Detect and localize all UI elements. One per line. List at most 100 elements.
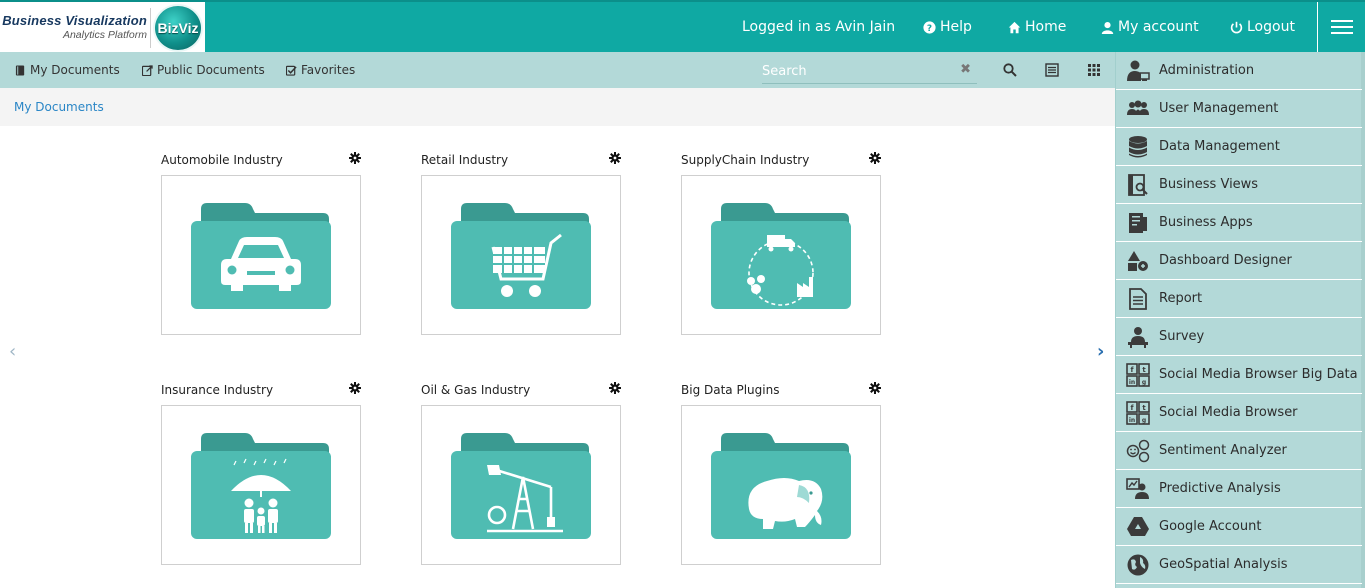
tab-favorites[interactable]: Favorites: [286, 52, 355, 88]
home-link[interactable]: Home: [1008, 2, 1066, 52]
logged-in-text: Logged in as Avin Jain: [742, 19, 896, 35]
svg-text:in: in: [1129, 379, 1135, 386]
logo-divider: [150, 8, 151, 48]
folder-title: Oil & Gas Industry: [421, 383, 531, 397]
logged-in-user: Logged in as Avin Jain: [742, 2, 895, 52]
svg-text:in: in: [1129, 417, 1135, 424]
help-label: Help: [940, 19, 972, 35]
menu-item-geospatial-analysis[interactable]: GeoSpatial Analysis: [1116, 546, 1362, 584]
folder-card-retail[interactable]: [421, 175, 621, 335]
menu-item-label: Social Media Browser: [1159, 405, 1298, 420]
svg-text:f: f: [1130, 366, 1134, 374]
search-box: ✖: [762, 60, 977, 84]
logout-link[interactable]: Logout: [1230, 2, 1295, 52]
menu-item-sentiment-analyzer[interactable]: Sentiment Analyzer: [1116, 432, 1362, 470]
folder-title: Automobile Industry: [161, 153, 283, 167]
business-view-icon: [1128, 173, 1148, 196]
menu-item-social-media-browser[interactable]: f t in g Social Media Browser: [1116, 394, 1362, 432]
main-menu-dropdown: Administration User Management Data Mana…: [1115, 52, 1365, 588]
google-drive-icon: [1127, 516, 1149, 536]
menu-item-survey[interactable]: Survey: [1116, 318, 1362, 356]
clear-search-icon[interactable]: ✖: [960, 62, 971, 77]
globe-icon: [1127, 554, 1149, 575]
menu-item-report[interactable]: Report: [1116, 280, 1362, 318]
folder-title: SupplyChain Industry: [681, 153, 810, 167]
menu-item-label: Report: [1159, 291, 1203, 306]
menu-item-google-account[interactable]: Google Account: [1116, 508, 1362, 546]
share-document-icon: [142, 64, 153, 76]
menu-item-label: Administration: [1159, 63, 1255, 78]
gear-icon[interactable]: [349, 149, 361, 164]
brand-badge-text: BizViz: [157, 20, 199, 36]
menu-item-administration[interactable]: Administration: [1116, 52, 1362, 90]
logout-label: Logout: [1247, 19, 1295, 35]
next-page-icon[interactable]: ›: [1097, 341, 1104, 362]
business-apps-icon: [1129, 212, 1147, 233]
user-icon: [1101, 21, 1114, 34]
svg-text:g: g: [1142, 417, 1146, 424]
checkbox-icon: [286, 65, 297, 76]
menu-item-label: Predictive Analysis: [1159, 481, 1281, 496]
menu-item-predictive-analysis[interactable]: Predictive Analysis: [1116, 470, 1362, 508]
menu-item-business-views[interactable]: Business Views: [1116, 166, 1362, 204]
users-icon: [1127, 100, 1149, 115]
predictive-icon: [1126, 477, 1149, 499]
my-account-link[interactable]: My account: [1101, 2, 1199, 52]
tab-my-documents[interactable]: My Documents: [15, 52, 120, 88]
menu-item-label: Google Account: [1159, 519, 1262, 534]
folder-title: Big Data Plugins: [681, 383, 780, 397]
folder-card-insurance[interactable]: [161, 405, 361, 565]
previous-page-icon[interactable]: ‹: [9, 341, 16, 362]
svg-text:t: t: [1142, 404, 1146, 412]
svg-text:t: t: [1142, 366, 1146, 374]
folder-card-supplychain[interactable]: [681, 175, 881, 335]
gear-icon[interactable]: [609, 149, 621, 164]
survey-icon: [1128, 326, 1148, 348]
hamburger-menu-button[interactable]: [1317, 2, 1365, 52]
menu-item-dashboard-designer[interactable]: Dashboard Designer: [1116, 242, 1362, 280]
social-grid-icon: f tin g: [1126, 362, 1150, 387]
my-account-label: My account: [1118, 19, 1199, 35]
umbrella-family-icon: [191, 433, 331, 539]
menu-item-label: User Management: [1159, 101, 1279, 116]
brand-text: Business Visualization Analytics Platfor…: [2, 13, 147, 41]
social-grid-icon: f tin g: [1126, 400, 1150, 425]
menu-item-business-apps[interactable]: Business Apps: [1116, 204, 1362, 242]
brand-logo[interactable]: Business Visualization Analytics Platfor…: [0, 2, 205, 54]
menu-item-data-management[interactable]: Data Management: [1116, 128, 1362, 166]
breadcrumb: My Documents: [0, 88, 1120, 126]
help-link[interactable]: ? Help: [923, 2, 972, 52]
svg-text:?: ?: [927, 23, 932, 33]
search-icon[interactable]: [1003, 62, 1017, 77]
supply-chain-icon: [711, 203, 851, 309]
home-label: Home: [1025, 19, 1067, 35]
folder-title: Insurance Industry: [161, 383, 274, 397]
brand-subtitle: Analytics Platform: [62, 29, 147, 41]
menu-item-social-media-browser-big-data[interactable]: f t in g Social Media Browser Big Data: [1116, 356, 1362, 394]
folder-card-oil-gas[interactable]: [421, 405, 621, 565]
database-icon: [1129, 135, 1147, 157]
folder-title: Retail Industry: [421, 153, 509, 167]
gear-icon[interactable]: [609, 379, 621, 394]
grid-view-icon[interactable]: [1087, 62, 1101, 76]
list-view-icon[interactable]: [1045, 62, 1059, 77]
menu-item-user-management[interactable]: User Management: [1116, 90, 1362, 128]
hamburger-icon-bar: [1330, 26, 1353, 28]
tab-my-documents-label: My Documents: [30, 63, 120, 77]
folder-card-automobile[interactable]: [161, 175, 361, 335]
gear-icon[interactable]: [869, 149, 881, 164]
help-icon: ?: [923, 20, 936, 33]
home-icon: [1008, 21, 1021, 33]
tab-public-documents[interactable]: Public Documents: [142, 52, 265, 88]
breadcrumb-my-documents[interactable]: My Documents: [14, 100, 104, 114]
gear-icon[interactable]: [869, 379, 881, 394]
search-input[interactable]: [762, 60, 952, 83]
menu-item-label: Business Views: [1159, 177, 1259, 192]
gear-icon[interactable]: [349, 379, 361, 394]
menu-item-label: Dashboard Designer: [1159, 253, 1292, 268]
folder-card-big-data[interactable]: [681, 405, 881, 565]
hamburger-icon-bar: [1330, 32, 1353, 34]
hamburger-icon: [1330, 20, 1353, 22]
hadoop-elephant-icon: [711, 433, 851, 539]
svg-text:g: g: [1142, 379, 1146, 386]
